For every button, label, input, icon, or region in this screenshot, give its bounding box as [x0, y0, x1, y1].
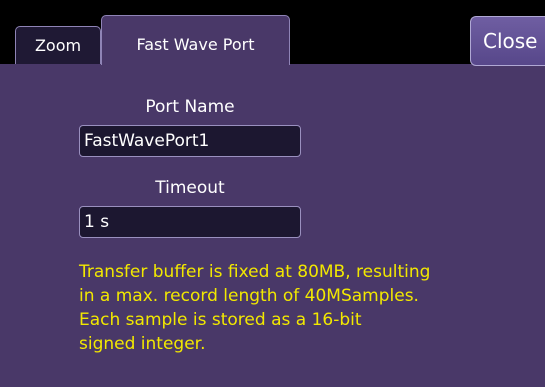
transfer-buffer-note: Transfer buffer is fixed at 80MB, result…: [79, 260, 539, 356]
note-line: Transfer buffer is fixed at 80MB, result…: [79, 262, 431, 282]
port-name-label: Port Name: [145, 97, 235, 117]
timeout-field[interactable]: 1 s: [79, 206, 301, 238]
close-button-label: Close: [483, 29, 538, 53]
port-name-field[interactable]: FastWavePort1: [79, 125, 301, 157]
tab-fast-wave-port[interactable]: Fast Wave Port: [101, 15, 290, 65]
tab-zoom-label: Zoom: [34, 36, 82, 55]
timeout-value: 1 s: [84, 212, 110, 232]
timeout-label: Timeout: [155, 178, 225, 198]
close-button[interactable]: Close: [470, 16, 545, 66]
tab-fast-wave-port-label: Fast Wave Port: [136, 35, 255, 54]
note-line: Each sample is stored as a 16-bit: [79, 310, 362, 330]
port-name-value: FastWavePort1: [84, 131, 210, 151]
tab-zoom[interactable]: Zoom: [15, 26, 101, 64]
note-line: in a max. record length of 40MSamples.: [79, 286, 419, 306]
note-line: signed integer.: [79, 334, 206, 354]
